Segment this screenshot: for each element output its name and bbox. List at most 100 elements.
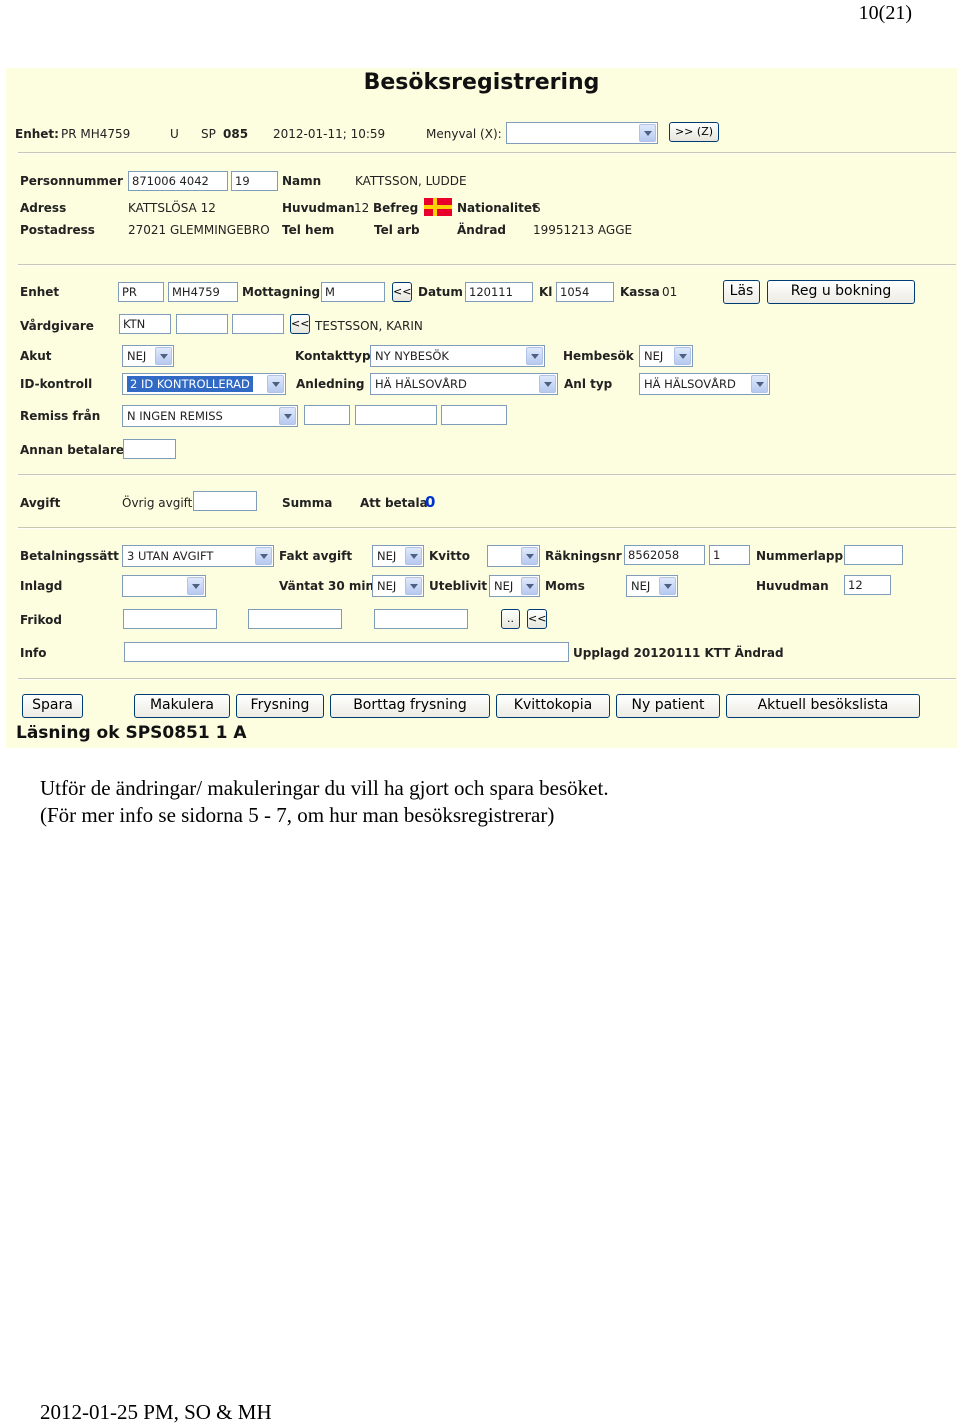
- borttag-frysning-button[interactable]: Borttag frysning: [330, 694, 490, 718]
- kontakttyp-select[interactable]: NY NYBESÖK: [370, 345, 545, 367]
- frikod-field-1[interactable]: [123, 609, 217, 629]
- adress-value: KATTSLÖSA 12: [128, 201, 216, 215]
- betalningssatt-label: Betalningssätt: [20, 549, 119, 563]
- ny-patient-button[interactable]: Ny patient: [616, 694, 720, 718]
- datum-label: Datum: [418, 285, 463, 299]
- caption-line-1: Utför de ändringar/ makuleringar du vill…: [40, 776, 609, 800]
- enhet-field-2[interactable]: MH4759: [168, 282, 238, 302]
- spara-button-label: Spara: [32, 697, 73, 713]
- vardgivare-field-3[interactable]: [232, 314, 284, 334]
- hembesok-select[interactable]: NEJ: [639, 345, 693, 367]
- divider: [18, 527, 956, 529]
- makulera-button[interactable]: Makulera: [134, 694, 230, 718]
- chevron-down-icon: [405, 577, 422, 595]
- frysning-button[interactable]: Frysning: [236, 694, 324, 718]
- remiss-field-3[interactable]: [441, 405, 507, 425]
- ovrig-avgift-field[interactable]: [193, 491, 257, 511]
- las-button-label: Läs: [729, 283, 754, 299]
- menyval-select[interactable]: [506, 122, 658, 144]
- postadress-value: 27021 GLEMMINGEBRO: [128, 223, 270, 237]
- remiss-field-2[interactable]: [355, 405, 437, 425]
- las-button[interactable]: Läs: [723, 280, 760, 304]
- nummerlapp-label: Nummerlapp: [756, 549, 844, 563]
- top-sp-label: SP: [201, 127, 216, 141]
- kvittokopia-button[interactable]: Kvittokopia: [496, 694, 610, 718]
- idkontroll-value: 2 ID KONTROLLERAD: [127, 376, 253, 392]
- nummerlapp-field[interactable]: [844, 545, 903, 565]
- personnummer-suffix-field[interactable]: 19: [231, 171, 278, 191]
- vantat-select[interactable]: NEJ: [372, 575, 424, 597]
- andrad-label: Ändrad: [457, 223, 507, 237]
- fakt-avgift-select[interactable]: NEJ: [372, 545, 424, 567]
- reg-booking-button-label: Reg u bokning: [790, 283, 892, 299]
- go-button[interactable]: >> (Z): [669, 122, 719, 142]
- anltyp-value: HÄ HÄLSOVÅRD: [644, 377, 736, 391]
- mottagning-back-button[interactable]: <<: [392, 282, 412, 302]
- kontakttyp-value: NY NYBESÖK: [375, 349, 449, 363]
- moms-select[interactable]: NEJ: [626, 575, 678, 597]
- kontakttyp-label: Kontakttyp: [295, 349, 371, 363]
- fakt-avgift-label: Fakt avgift: [279, 549, 353, 563]
- personnummer-field[interactable]: 871006 4042: [128, 171, 228, 191]
- anledning-label: Anledning: [296, 377, 365, 391]
- frikod-field-3[interactable]: [374, 609, 468, 629]
- inlagd-select[interactable]: [122, 575, 206, 597]
- chevron-down-icon: [521, 577, 538, 595]
- visit-registration-form: Besöksregistrering Enhet: PR MH4759 U SP…: [6, 68, 957, 748]
- payment-huvudman-label: Huvudman: [756, 579, 829, 593]
- kvittokopia-button-label: Kvittokopia: [513, 697, 593, 713]
- vardgivare-field[interactable]: KTN: [119, 314, 171, 334]
- kl-field[interactable]: 1054: [556, 282, 614, 302]
- summa-label: Summa: [282, 496, 333, 510]
- inlagd-label: Inlagd: [20, 579, 63, 593]
- akut-select[interactable]: NEJ: [122, 345, 174, 367]
- anledning-select[interactable]: HÄ HÄLSOVÅRD: [370, 373, 558, 395]
- moms-label: Moms: [545, 579, 585, 593]
- betalningssatt-select[interactable]: 3 UTAN AVGIFT: [122, 545, 274, 567]
- enhet-field-1[interactable]: PR: [118, 282, 164, 302]
- anledning-value: HÄ HÄLSOVÅRD: [375, 377, 467, 391]
- kl-label: Kl: [539, 285, 553, 299]
- kassa-value: 01: [662, 285, 678, 299]
- mottagning-field[interactable]: M: [321, 282, 385, 302]
- frikod-back-button[interactable]: <<: [527, 609, 547, 629]
- frikod-field-2[interactable]: [248, 609, 342, 629]
- spara-button[interactable]: Spara: [22, 694, 83, 718]
- annan-betalare-label: Annan betalare: [20, 443, 125, 457]
- idkontroll-label: ID-kontroll: [20, 377, 93, 391]
- info-field[interactable]: [124, 642, 569, 662]
- kvitto-select[interactable]: [487, 545, 540, 567]
- frikod-lookup-button[interactable]: ..: [501, 609, 520, 629]
- page-number: 10(21): [858, 2, 912, 24]
- payment-huvudman-field[interactable]: 12: [844, 575, 891, 595]
- chevron-down-icon: [521, 547, 538, 565]
- postadress-label: Postadress: [20, 223, 95, 237]
- rakningsnr-suffix-field[interactable]: 1: [709, 545, 750, 565]
- akut-value: NEJ: [127, 349, 147, 363]
- vardgivare-back-button[interactable]: <<: [290, 314, 310, 334]
- chevron-down-icon: [659, 577, 676, 595]
- kvitto-label: Kvitto: [429, 549, 470, 563]
- annan-betalare-field[interactable]: [123, 439, 176, 459]
- vardgivare-field-2[interactable]: [176, 314, 228, 334]
- huvudman-value: 12: [354, 201, 370, 215]
- datum-field[interactable]: 120111: [465, 282, 533, 302]
- rakningsnr-field[interactable]: 8562058: [624, 545, 705, 565]
- chevron-down-icon: [405, 547, 422, 565]
- rakningsnr-label: Räkningsnr: [545, 549, 622, 563]
- chevron-down-icon: [539, 375, 556, 393]
- att-betala-value: 0: [425, 493, 436, 511]
- remiss-select[interactable]: N INGEN REMISS: [122, 405, 298, 427]
- uteblivit-select[interactable]: NEJ: [489, 575, 540, 597]
- anltyp-select[interactable]: HÄ HÄLSOVÅRD: [639, 373, 770, 395]
- menyval-label: Menyval (X):: [426, 127, 502, 141]
- remiss-field-1[interactable]: [304, 405, 350, 425]
- idkontroll-select[interactable]: 2 ID KONTROLLERAD: [122, 373, 286, 395]
- aktuell-besokslista-button[interactable]: Aktuell besökslista: [726, 694, 920, 718]
- divider: [18, 264, 956, 266]
- flag-icon: [424, 198, 452, 216]
- namn-value: KATTSSON, LUDDE: [355, 174, 467, 188]
- reg-booking-button[interactable]: Reg u bokning: [767, 280, 915, 304]
- top-enhet-label: Enhet:: [15, 127, 59, 141]
- remiss-value: N INGEN REMISS: [127, 409, 223, 423]
